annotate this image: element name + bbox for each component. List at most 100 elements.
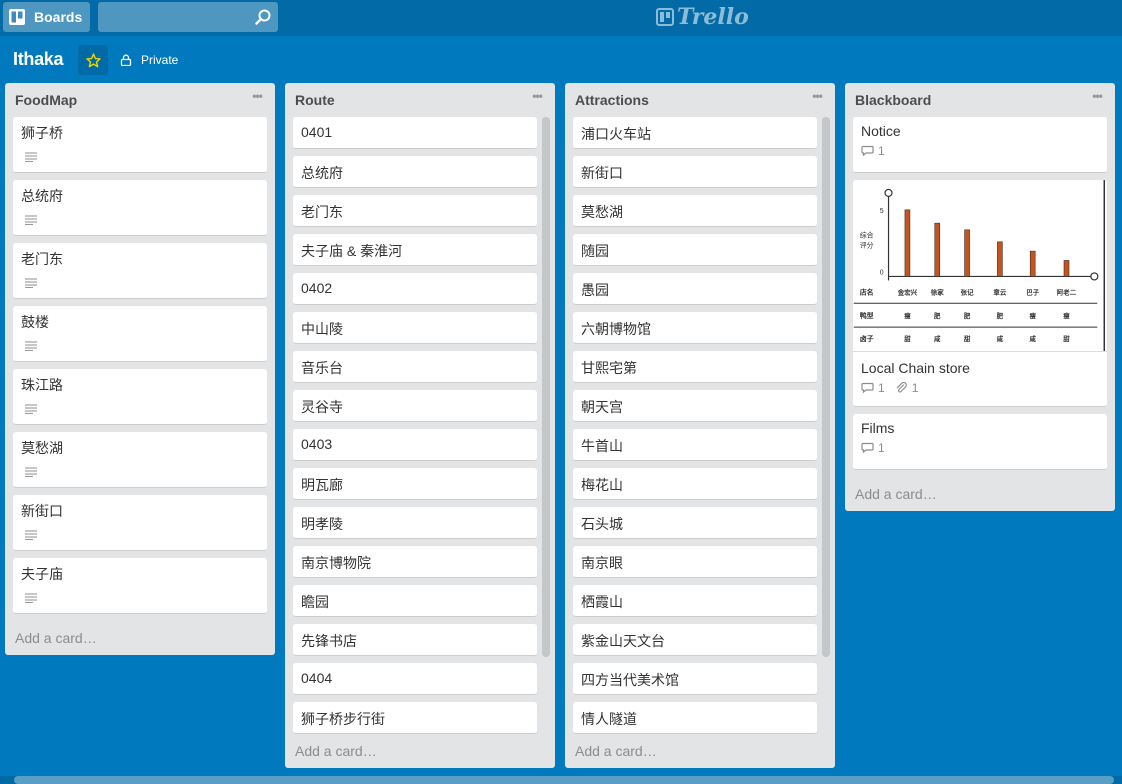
privacy-button[interactable]: Private	[120, 50, 178, 70]
card-title: 情人隧道	[581, 711, 637, 727]
list-menu-icon[interactable]: •••	[809, 90, 825, 104]
card[interactable]: 莫愁湖	[13, 432, 267, 488]
list-header[interactable]: FoodMap •••	[5, 83, 275, 117]
card-title: 狮子桥	[21, 125, 63, 141]
card[interactable]: 中山陵	[293, 312, 537, 344]
card[interactable]: 0403	[293, 429, 537, 461]
add-card-link[interactable]: Add a card…	[575, 743, 657, 759]
board-scrollbar-thumb[interactable]	[14, 776, 1114, 784]
list-scrollbar[interactable]	[542, 117, 550, 657]
logo-wordmark: Trello	[677, 4, 749, 30]
card-title: 老门东	[301, 204, 343, 220]
card[interactable]: 夫子庙 & 秦淮河	[293, 234, 537, 266]
card[interactable]: 老门东	[13, 243, 267, 299]
card-title: 总统府	[301, 165, 343, 181]
card[interactable]: 甘熙宅第	[573, 351, 817, 383]
card-container: Notice 1 5 0 综合 评分 店名 鸭型 卤子 金宏兴 徐家 张记 章云 巴子 阿老二瘦 肥 肥 肥 瘦…	[853, 117, 1107, 477]
card[interactable]: 南京博物院	[293, 546, 537, 578]
card-films[interactable]: Films 1	[853, 414, 1107, 470]
bar	[997, 241, 1003, 277]
list-menu-icon[interactable]: •••	[249, 90, 265, 104]
card-notice[interactable]: Notice 1	[853, 117, 1107, 173]
card-title: 夫子庙 & 秦淮河	[301, 243, 403, 259]
boards-label: Boards	[34, 9, 83, 25]
list-menu-icon[interactable]: •••	[1089, 90, 1105, 104]
card[interactable]: 夫子庙	[13, 558, 267, 614]
boards-icon	[9, 9, 25, 25]
add-card-link[interactable]: Add a card…	[15, 630, 97, 646]
table-row-label: 卤子	[860, 334, 874, 343]
card[interactable]: 老门东	[293, 195, 537, 227]
card-title: 灵谷寺	[301, 399, 343, 415]
list-title[interactable]: Blackboard	[855, 92, 931, 108]
boards-button[interactable]: Boards	[3, 2, 90, 32]
star-button[interactable]	[78, 45, 108, 75]
add-card-link[interactable]: Add a card…	[855, 486, 937, 502]
search-box[interactable]	[98, 2, 278, 32]
comment-icon	[861, 442, 874, 454]
card-title: 音乐台	[301, 360, 343, 376]
card[interactable]: 瞻园	[293, 585, 537, 617]
list-header[interactable]: Blackboard •••	[845, 83, 1115, 117]
trello-logo-icon	[656, 8, 674, 26]
card-container: 狮子桥总统府老门东鼓楼珠江路莫愁湖新街口夫子庙	[13, 117, 267, 621]
list-title[interactable]: FoodMap	[15, 92, 77, 108]
card[interactable]: 0404	[293, 663, 537, 695]
card[interactable]: 先锋书店	[293, 624, 537, 656]
card[interactable]: 新街口	[573, 156, 817, 188]
card[interactable]: 情人隧道	[573, 702, 817, 734]
card[interactable]: 南京眼	[573, 546, 817, 578]
card[interactable]: 浦口火车站	[573, 117, 817, 149]
card[interactable]: 随园	[573, 234, 817, 266]
card[interactable]: 灵谷寺	[293, 390, 537, 422]
card-title: 鼓楼	[21, 314, 49, 330]
comment-icon	[861, 145, 874, 157]
card-title: 0402	[301, 280, 333, 296]
search-icon[interactable]	[254, 8, 272, 26]
card-title: 四方当代美术馆	[581, 672, 679, 688]
card-title: 莫愁湖	[21, 440, 63, 456]
search-input[interactable]	[98, 2, 248, 32]
card[interactable]: 明瓦廊	[293, 468, 537, 500]
add-card-link[interactable]: Add a card…	[295, 743, 377, 759]
card[interactable]: 四方当代美术馆	[573, 663, 817, 695]
privacy-label: Private	[141, 53, 179, 67]
card[interactable]: 紫金山天文台	[573, 624, 817, 656]
card[interactable]: 愚园	[573, 273, 817, 305]
list-title[interactable]: Route	[295, 92, 335, 108]
card[interactable]: 总统府	[13, 180, 267, 236]
list-header[interactable]: Route •••	[285, 83, 555, 117]
card[interactable]: 朝天宫	[573, 390, 817, 422]
card[interactable]: 明孝陵	[293, 507, 537, 539]
card-title: Films	[861, 420, 895, 436]
card[interactable]: 栖霞山	[573, 585, 817, 617]
card[interactable]: 狮子桥步行街	[293, 702, 537, 734]
card[interactable]: 石头城	[573, 507, 817, 539]
list-scrollbar[interactable]	[822, 117, 830, 657]
card[interactable]: 0402	[293, 273, 537, 305]
card[interactable]: 狮子桥	[13, 117, 267, 173]
comment-count: 1	[878, 381, 885, 395]
card[interactable]: 新街口	[13, 495, 267, 551]
card[interactable]: 六朝博物馆	[573, 312, 817, 344]
card[interactable]: 音乐台	[293, 351, 537, 383]
card[interactable]: 珠江路	[13, 369, 267, 425]
card[interactable]: 鼓楼	[13, 306, 267, 362]
bar	[964, 229, 970, 277]
list-menu-icon[interactable]: •••	[529, 90, 545, 104]
card[interactable]: 牛首山	[573, 429, 817, 461]
card[interactable]: 0401	[293, 117, 537, 149]
card-title: 新街口	[581, 165, 623, 181]
list-scrollbar-thumb[interactable]	[542, 117, 550, 657]
list-title[interactable]: Attractions	[575, 92, 649, 108]
card[interactable]: 莫愁湖	[573, 195, 817, 227]
card[interactable]: 总统府	[293, 156, 537, 188]
card-title: 珠江路	[21, 377, 63, 393]
board-title[interactable]: Ithaka	[13, 49, 64, 70]
list-scrollbar-thumb[interactable]	[822, 117, 830, 657]
card[interactable]: 梅花山	[573, 468, 817, 500]
list-header[interactable]: Attractions •••	[565, 83, 835, 117]
board-horizontal-scrollbar[interactable]	[0, 776, 1122, 784]
card-local-chain-store[interactable]: 5 0 综合 评分 店名 鸭型 卤子 金宏兴 徐家 张记 章云 巴子 阿老二瘦 肥 肥 肥 瘦 瘦甜 咸 甜 咸 咸 甜 L…	[853, 180, 1107, 407]
trello-logo[interactable]: Trello	[656, 4, 749, 30]
